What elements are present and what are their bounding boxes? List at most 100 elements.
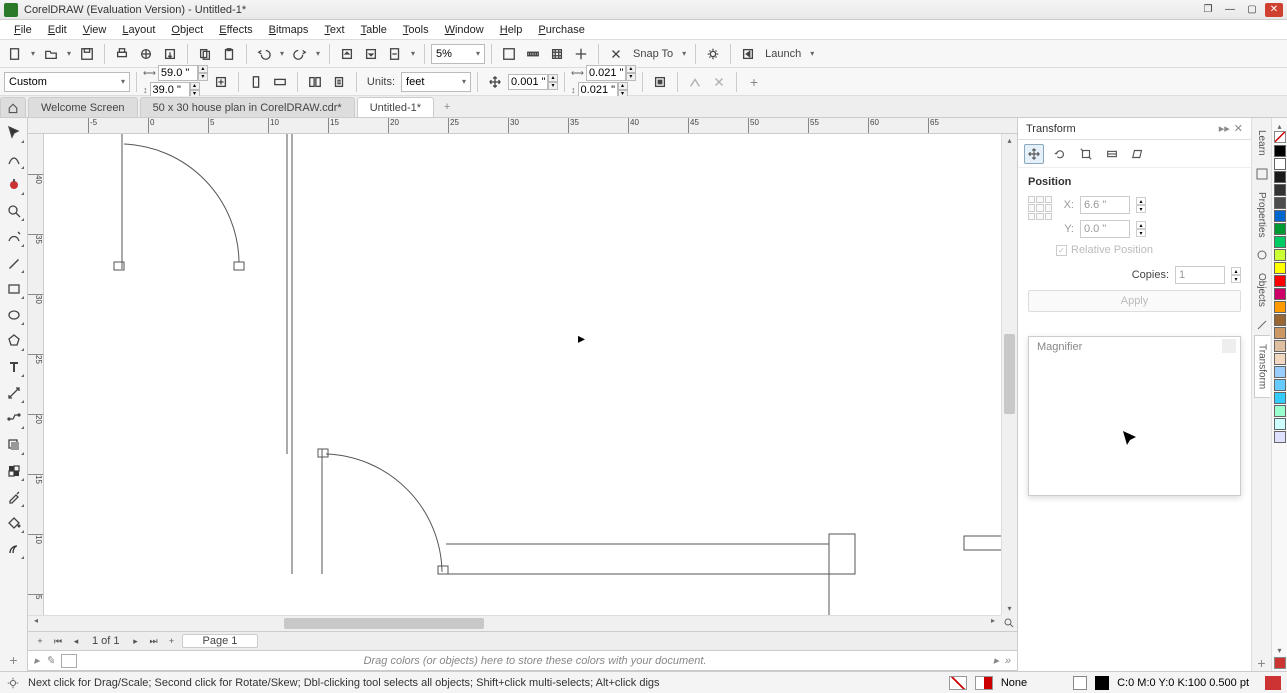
document-palette[interactable]: ▸ ✎ Drag colors (or objects) here to sto…: [28, 651, 1017, 671]
magnifier-panel[interactable]: Magnifier: [1028, 336, 1241, 496]
color-swatch[interactable]: [1274, 379, 1286, 391]
redo-dropdown[interactable]: ▾: [313, 43, 323, 65]
treat-as-filled-button[interactable]: [649, 71, 671, 93]
menu-table[interactable]: Table: [353, 22, 395, 38]
publish-button[interactable]: [135, 43, 157, 65]
tab-untitled[interactable]: Untitled-1*: [357, 97, 434, 117]
magnifier-close[interactable]: [1222, 339, 1236, 353]
paste-button[interactable]: [218, 43, 240, 65]
color-swatch[interactable]: [1274, 210, 1286, 222]
menu-tools[interactable]: Tools: [395, 22, 437, 38]
ruler-horizontal[interactable]: -505101520253035404550556065: [28, 118, 1017, 134]
connector-tool[interactable]: [3, 408, 25, 430]
smart-fill-tool[interactable]: [3, 538, 25, 560]
ruler-vertical[interactable]: 403530252015105: [28, 134, 44, 615]
dtab-trans-icon[interactable]: [1256, 319, 1268, 331]
palette-nav-left[interactable]: ▸: [34, 654, 40, 667]
color-swatch[interactable]: [1274, 314, 1286, 326]
fullscreen-button[interactable]: [498, 43, 520, 65]
docker-collapse-icon[interactable]: ▸▸: [1219, 122, 1230, 135]
ellipse-tool[interactable]: [3, 304, 25, 326]
zoom-tool[interactable]: [3, 200, 25, 222]
tab-welcome[interactable]: Welcome Screen: [28, 97, 138, 117]
launch-dropdown[interactable]: ▾: [807, 43, 817, 65]
export-button[interactable]: [159, 43, 181, 65]
all-pages-button[interactable]: [304, 71, 326, 93]
fill-tool[interactable]: [3, 512, 25, 534]
menu-layout[interactable]: Layout: [114, 22, 163, 38]
status-color-icon[interactable]: [1265, 676, 1281, 690]
publish-pdf-button[interactable]: [384, 43, 406, 65]
navigator-icon[interactable]: [1001, 615, 1017, 631]
dtab-obj-icon[interactable]: [1256, 249, 1268, 261]
dtab-transform[interactable]: Transform: [1254, 335, 1270, 398]
restore-small-icon[interactable]: ❐: [1199, 3, 1217, 17]
opt1-button[interactable]: [684, 71, 706, 93]
units-combo[interactable]: feet▾: [401, 72, 471, 92]
scroll-horizontal[interactable]: [44, 615, 985, 631]
color-swatch[interactable]: [1274, 249, 1286, 261]
copies-input[interactable]: [1175, 266, 1225, 284]
first-page[interactable]: ⏮: [50, 634, 66, 648]
palette-menu-icon[interactable]: [1274, 657, 1286, 669]
dtab-objects[interactable]: Objects: [1254, 265, 1269, 315]
open-button[interactable]: [40, 43, 62, 65]
menu-edit[interactable]: Edit: [40, 22, 75, 38]
dimension-tool[interactable]: [3, 382, 25, 404]
snap-label[interactable]: Snap To: [629, 48, 677, 60]
palette-swatch[interactable]: [61, 654, 77, 668]
scroll-v-thumb[interactable]: [1004, 334, 1015, 414]
menu-file[interactable]: File: [6, 22, 40, 38]
menu-help[interactable]: Help: [492, 22, 531, 38]
color-swatch[interactable]: [1274, 236, 1286, 248]
artistic-media-tool[interactable]: [3, 252, 25, 274]
menu-text[interactable]: Text: [316, 22, 352, 38]
landscape-button[interactable]: [269, 71, 291, 93]
dup-x-input[interactable]: [586, 65, 626, 81]
fill-indicator-icon[interactable]: [949, 676, 967, 690]
menu-effects[interactable]: Effects: [211, 22, 260, 38]
launch-label[interactable]: Launch: [761, 48, 805, 60]
rulers-button[interactable]: [522, 43, 544, 65]
maximize-icon[interactable]: ▢: [1243, 3, 1261, 17]
no-color-swatch[interactable]: [1274, 131, 1286, 143]
eyedropper-tool[interactable]: [3, 486, 25, 508]
open-dropdown[interactable]: ▾: [64, 43, 74, 65]
nudge-spinner[interactable]: ▴▾: [508, 74, 558, 90]
palette-edit-icon[interactable]: ✎: [46, 654, 55, 667]
size-mode[interactable]: [1102, 144, 1122, 164]
color-swatch[interactable]: [1274, 301, 1286, 313]
new-button[interactable]: [4, 43, 26, 65]
add-page-button[interactable]: +: [32, 634, 48, 648]
print-button[interactable]: [111, 43, 133, 65]
drop-shadow-tool[interactable]: [3, 434, 25, 456]
outline-black-icon[interactable]: [1095, 676, 1109, 690]
docker-add[interactable]: +: [1257, 655, 1265, 671]
relative-position-checkbox[interactable]: ✓: [1056, 245, 1067, 256]
y-input[interactable]: [1080, 220, 1130, 238]
shape-tool[interactable]: [3, 148, 25, 170]
docker-close-icon[interactable]: ✕: [1234, 122, 1243, 135]
color-swatch[interactable]: [1274, 327, 1286, 339]
minimize-icon[interactable]: —: [1221, 3, 1239, 17]
close-icon[interactable]: ✕: [1265, 3, 1283, 17]
color-swatch[interactable]: [1274, 275, 1286, 287]
skew-mode[interactable]: [1128, 144, 1148, 164]
auto-fit-button[interactable]: [210, 71, 232, 93]
menu-purchase[interactable]: Purchase: [530, 22, 592, 38]
pick-tool[interactable]: [3, 122, 25, 144]
snap-dropdown[interactable]: ▾: [679, 43, 689, 65]
home-tab[interactable]: [0, 97, 26, 117]
menu-window[interactable]: Window: [437, 22, 492, 38]
color-swatch[interactable]: [1274, 145, 1286, 157]
undo-button[interactable]: [253, 43, 275, 65]
color-swatch[interactable]: [1274, 405, 1286, 417]
prev-page[interactable]: ◂: [68, 634, 84, 648]
nudge-input[interactable]: [508, 74, 548, 90]
add-tab[interactable]: +: [436, 97, 458, 117]
redo-button[interactable]: [289, 43, 311, 65]
color-swatch[interactable]: [1274, 262, 1286, 274]
text-tool[interactable]: [3, 356, 25, 378]
polygon-tool[interactable]: [3, 330, 25, 352]
portrait-button[interactable]: [245, 71, 267, 93]
